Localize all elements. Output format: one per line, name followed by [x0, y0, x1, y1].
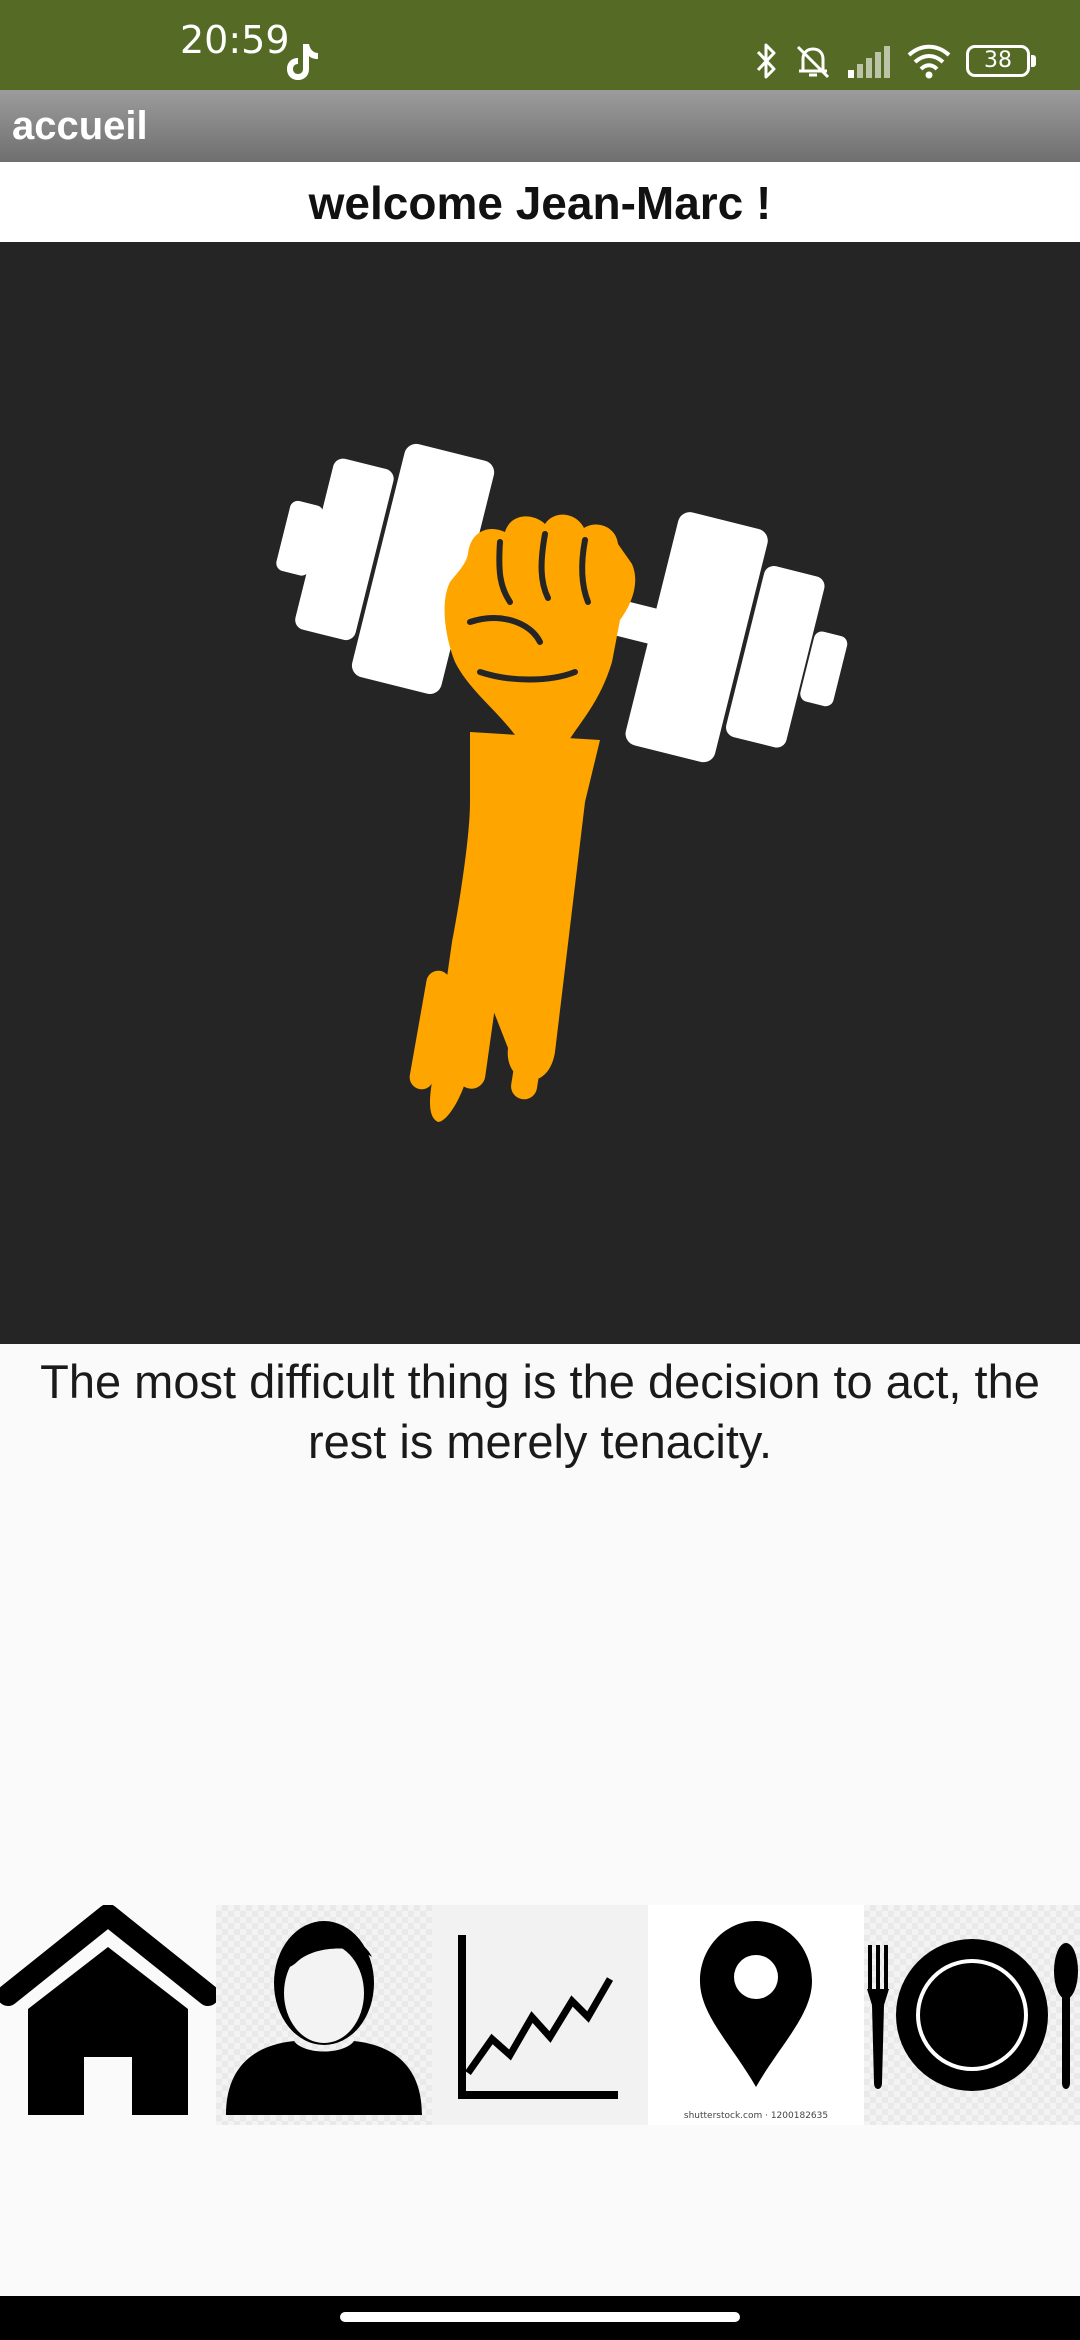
- status-bar: 20:59 38: [0, 0, 1080, 90]
- home-icon: [0, 1905, 216, 2115]
- home-indicator[interactable]: [340, 2312, 740, 2322]
- nav-profile[interactable]: [216, 1905, 432, 2125]
- welcome-text: welcome Jean-Marc !: [0, 162, 1080, 242]
- system-nav-bar: [0, 2296, 1080, 2340]
- nav-food[interactable]: [864, 1905, 1080, 2125]
- motivational-quote: The most difficult thing is the decision…: [40, 1355, 1040, 1468]
- hero-image: [0, 242, 1080, 1344]
- profile-icon: [226, 1921, 422, 2115]
- bell-off-icon: [796, 45, 830, 79]
- status-time: 20:59: [180, 18, 290, 62]
- signal-icon: [848, 46, 890, 78]
- status-icons: 38: [754, 40, 1036, 82]
- stats-chart-icon: [458, 1935, 618, 2099]
- bluetooth-icon: [756, 43, 776, 79]
- app-bar-title: accueil: [12, 104, 148, 148]
- nav-stats[interactable]: [432, 1905, 648, 2125]
- plate-cutlery-icon: [867, 1939, 1078, 2091]
- image-caption: shutterstock.com · 1200182635: [683, 2111, 829, 2121]
- nav-location[interactable]: shutterstock.com · 1200182635: [648, 1905, 864, 2125]
- nav-home[interactable]: [0, 1905, 216, 2125]
- bottom-nav: shutterstock.com · 1200182635: [0, 1905, 1080, 2125]
- location-pin-icon: [700, 1921, 812, 2087]
- tiktok-icon: [287, 44, 318, 80]
- battery-icon: 38: [966, 45, 1036, 77]
- dumbbell-fist-icon: [276, 443, 848, 1122]
- app-bar: accueil: [0, 90, 1080, 162]
- wifi-icon: [907, 44, 951, 79]
